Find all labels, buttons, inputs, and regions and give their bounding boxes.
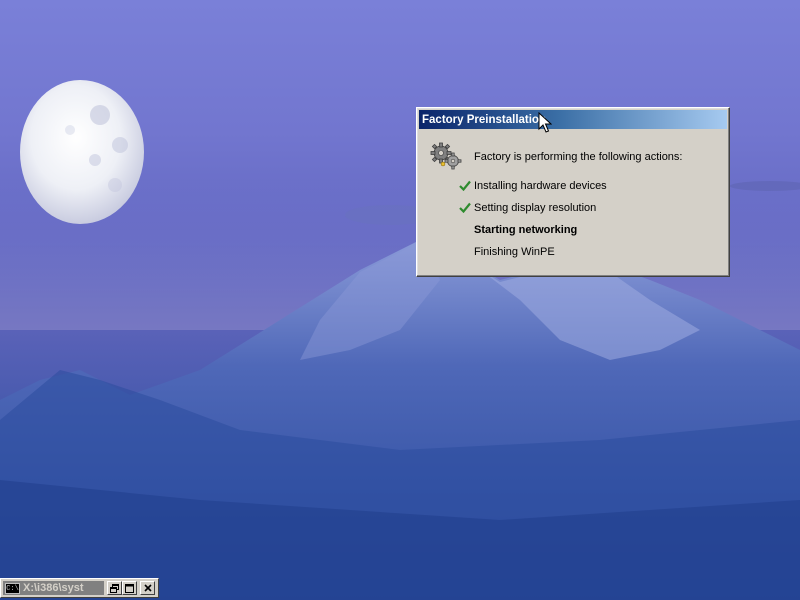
check-icon [459, 202, 471, 213]
command-prompt-title: X:\i386\syst [23, 582, 84, 594]
command-prompt-window[interactable]: C:\ X:\i386\syst [0, 578, 159, 598]
check-icon [459, 180, 471, 191]
desktop: Factory Preinstallation Factory is perfo… [0, 0, 800, 600]
factory-preinstallation-dialog[interactable]: Factory Preinstallation Factory is perfo… [416, 107, 730, 277]
restore-icon [110, 583, 119, 593]
command-prompt-icon: C:\ [5, 582, 20, 594]
moon-image [20, 80, 144, 224]
desktop-wallpaper [0, 80, 800, 600]
action-item-finishing-winpe: Finishing WinPE [474, 246, 555, 258]
restore-button[interactable] [107, 581, 122, 595]
dialog-header-text: Factory is performing the following acti… [474, 151, 683, 163]
mouse-cursor-icon [538, 112, 552, 133]
gears-icon [430, 142, 462, 170]
action-item-installing-hardware: Installing hardware devices [474, 180, 607, 192]
close-button[interactable] [140, 581, 155, 595]
action-item-starting-networking: Starting networking [474, 224, 578, 236]
maximize-button[interactable] [122, 581, 137, 595]
maximize-icon [125, 583, 134, 593]
action-item-setting-display: Setting display resolution [474, 202, 597, 214]
dialog-titlebar[interactable]: Factory Preinstallation [419, 110, 727, 129]
command-prompt-titlebar[interactable]: C:\ X:\i386\syst [3, 581, 104, 595]
close-icon [143, 584, 152, 592]
dialog-title: Factory Preinstallation [422, 113, 546, 126]
